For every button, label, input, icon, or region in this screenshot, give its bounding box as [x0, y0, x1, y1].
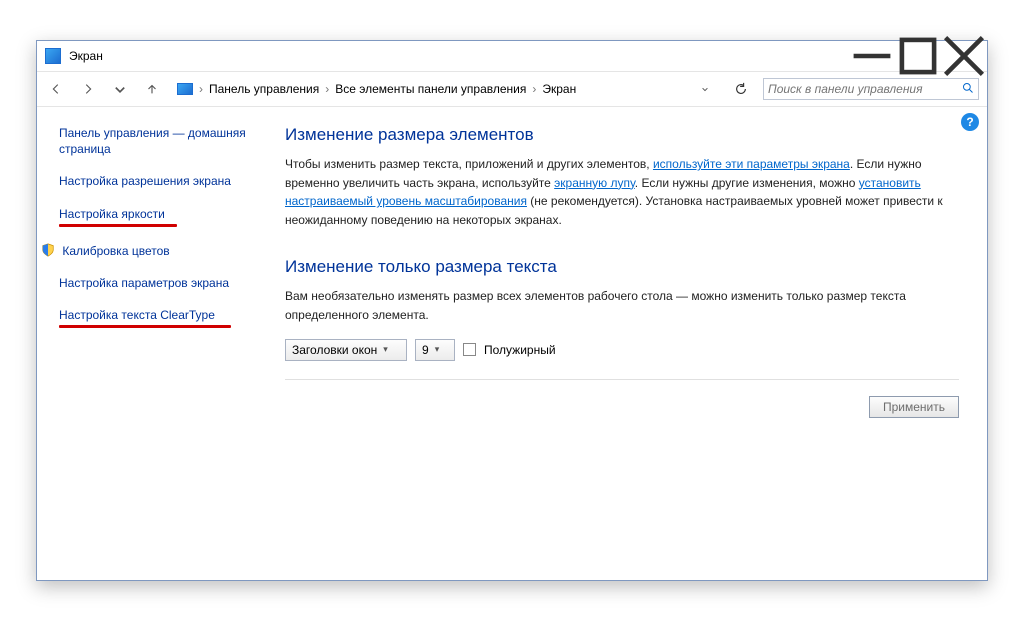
- heading-change-size: Изменение размера элементов: [285, 125, 959, 145]
- navbar: › Панель управления › Все элементы панел…: [37, 71, 987, 107]
- monitor-icon: [177, 83, 193, 95]
- control-panel-window: Экран › Панель управления › Все элементы…: [36, 40, 988, 581]
- link-display-settings[interactable]: используйте эти параметры экрана: [653, 157, 850, 171]
- maximize-button[interactable]: [895, 41, 941, 71]
- chevron-right-icon: ›: [532, 82, 536, 96]
- sidebar-item-label: Калибровка цветов: [62, 244, 169, 258]
- paragraph-1: Чтобы изменить размер текста, приложений…: [285, 155, 959, 229]
- select-value: 9: [422, 343, 429, 357]
- sidebar-item-label: Настройка яркости: [59, 207, 165, 221]
- shield-icon: [41, 243, 55, 257]
- text-size-controls: Заголовки окон ▾ 9 ▾ Полужирный: [285, 339, 959, 380]
- window-controls: [849, 41, 987, 71]
- chevron-down-icon: ▾: [435, 344, 440, 355]
- sidebar: Панель управления — домашняя страница На…: [37, 107, 275, 580]
- nav-up-button[interactable]: [141, 78, 163, 100]
- sidebar-calibration-link[interactable]: Калибровка цветов: [59, 243, 267, 259]
- chevron-right-icon: ›: [325, 82, 329, 96]
- apply-button[interactable]: Применить: [869, 396, 959, 418]
- search-box[interactable]: [763, 78, 979, 100]
- chevron-down-icon: ▾: [383, 344, 388, 355]
- sidebar-item-label: Настройка текста ClearType: [59, 308, 215, 322]
- search-icon[interactable]: [962, 82, 974, 97]
- main-panel: Изменение размера элементов Чтобы измени…: [275, 107, 987, 580]
- font-size-select[interactable]: 9 ▾: [415, 339, 455, 361]
- select-value: Заголовки окон: [292, 343, 377, 357]
- sidebar-brightness-link[interactable]: Настройка яркости: [59, 206, 267, 227]
- element-type-select[interactable]: Заголовки окон ▾: [285, 339, 407, 361]
- annotation-underline: [59, 325, 231, 328]
- heading-text-size: Изменение только размера текста: [285, 257, 959, 277]
- close-button[interactable]: [941, 41, 987, 71]
- breadcrumb[interactable]: › Панель управления › Все элементы панел…: [173, 78, 719, 100]
- bold-label: Полужирный: [484, 343, 556, 357]
- breadcrumb-item[interactable]: Все элементы панели управления: [335, 82, 526, 96]
- nav-forward-button[interactable]: [77, 78, 99, 100]
- minimize-button[interactable]: [849, 41, 895, 71]
- sidebar-resolution-link[interactable]: Настройка разрешения экрана: [59, 173, 267, 189]
- search-input[interactable]: [768, 82, 962, 96]
- breadcrumb-item[interactable]: Панель управления: [209, 82, 319, 96]
- breadcrumb-item[interactable]: Экран: [542, 82, 576, 96]
- sidebar-home-link[interactable]: Панель управления — домашняя страница: [59, 125, 267, 157]
- window-title: Экран: [69, 49, 849, 63]
- sidebar-cleartype-link[interactable]: Настройка текста ClearType: [59, 307, 267, 328]
- bold-checkbox[interactable]: [463, 343, 476, 356]
- refresh-button[interactable]: [729, 78, 753, 100]
- link-magnifier[interactable]: экранную лупу: [554, 176, 635, 190]
- annotation-underline: [59, 224, 177, 227]
- window-icon: [45, 48, 61, 64]
- paragraph-2: Вам необязательно изменять размер всех э…: [285, 287, 959, 324]
- content-area: ? Панель управления — домашняя страница …: [37, 107, 987, 580]
- nav-dropdown-icon[interactable]: [109, 78, 131, 100]
- titlebar: Экран: [37, 41, 987, 71]
- breadcrumb-dropdown-icon[interactable]: [695, 82, 715, 96]
- apply-row: Применить: [285, 396, 959, 418]
- nav-back-button[interactable]: [45, 78, 67, 100]
- help-icon[interactable]: ?: [961, 113, 979, 131]
- chevron-right-icon: ›: [199, 82, 203, 96]
- sidebar-params-link[interactable]: Настройка параметров экрана: [59, 275, 267, 291]
